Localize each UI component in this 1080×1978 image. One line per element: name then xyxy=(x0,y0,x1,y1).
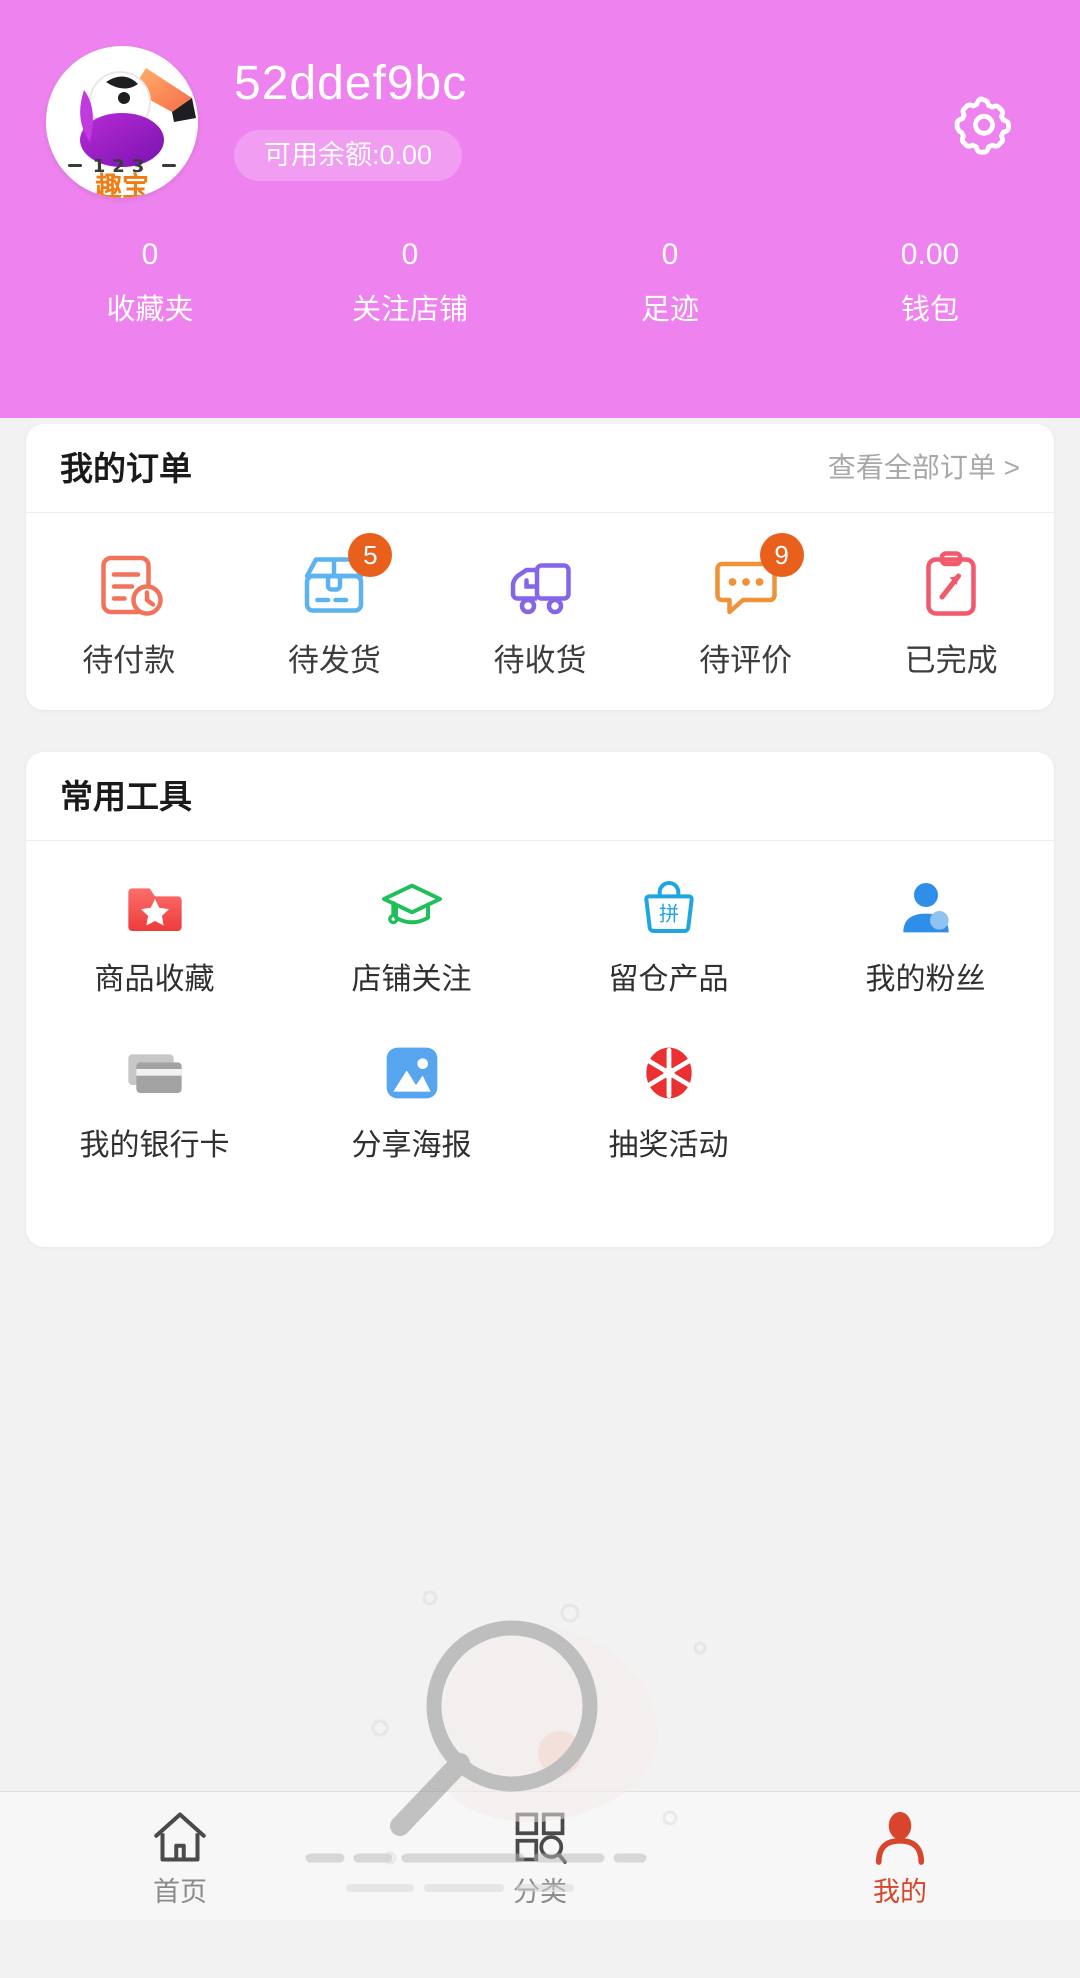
order-status-row: 待付款 5 待发货 待收货 9 待评价 已完成 xyxy=(26,513,1054,710)
tool-my-fans[interactable]: 我的粉丝 xyxy=(797,875,1054,995)
order-status-to-receive[interactable]: 待收货 xyxy=(437,549,643,676)
stat-favorites[interactable]: 0 收藏夹 xyxy=(20,240,280,325)
tool-product-favorites[interactable]: 商品收藏 xyxy=(26,875,283,995)
username: 52ddef9bc xyxy=(234,57,468,110)
folder-star-icon xyxy=(123,875,187,939)
stat-value: 0 xyxy=(141,238,159,271)
orders-card: 我的订单 查看全部订单 > 待付款 5 待发货 待收货 9 待评价 已完成 xyxy=(26,424,1054,710)
bank-cards-icon xyxy=(123,1041,187,1105)
svg-text:拼: 拼 xyxy=(659,901,679,925)
shopping-bag-pin-icon: 拼 xyxy=(637,875,701,939)
svg-text:趣宝: 趣宝 xyxy=(94,171,149,198)
package-box-icon: 5 xyxy=(298,533,393,621)
tools-title: 常用工具 xyxy=(60,777,192,815)
tool-my-bank-cards[interactable]: 我的银行卡 xyxy=(26,1041,283,1161)
stat-label: 收藏夹 xyxy=(106,294,194,326)
orders-card-header: 我的订单 查看全部订单 > xyxy=(26,424,1054,513)
stat-label: 足迹 xyxy=(640,294,699,326)
lottery-wheel-icon xyxy=(637,1041,701,1105)
order-status-label: 已完成 xyxy=(904,643,998,678)
order-status-label: 待收货 xyxy=(493,643,587,678)
stat-label: 钱包 xyxy=(900,294,959,326)
stat-footprints[interactable]: 0 足迹 xyxy=(540,240,800,325)
mine-page: 123 趣宝 52ddef9bc 可用余额:0.00 0 收藏夹 0 关注店铺 … xyxy=(0,0,1080,1920)
tool-label: 店铺关注 xyxy=(351,963,472,996)
view-all-orders-link[interactable]: 查看全部订单 > xyxy=(828,454,1020,482)
graduation-cap-icon xyxy=(380,875,444,939)
tool-share-poster[interactable]: 分享海报 xyxy=(283,1041,540,1161)
clipboard-check-icon xyxy=(915,549,987,621)
balance-badge: 可用余额:0.00 xyxy=(234,130,463,181)
tool-label: 留仓产品 xyxy=(608,963,729,996)
image-picture-icon xyxy=(380,1041,444,1105)
order-status-label: 待付款 xyxy=(82,643,176,678)
order-status-label: 待发货 xyxy=(287,643,381,678)
tool-label: 分享海报 xyxy=(351,1129,472,1162)
empty-state xyxy=(0,1538,1080,1978)
order-status-completed[interactable]: 已完成 xyxy=(848,549,1054,676)
order-status-to-review[interactable]: 9 待评价 xyxy=(643,533,849,678)
order-badge: 9 xyxy=(759,533,804,577)
order-status-to-ship[interactable]: 5 待发货 xyxy=(232,533,438,678)
identity-block: 52ddef9bc 可用余额:0.00 xyxy=(234,46,467,181)
profile-row: 123 趣宝 52ddef9bc 可用余额:0.00 xyxy=(0,0,1080,198)
stat-followed-shops[interactable]: 0 关注店铺 xyxy=(280,240,540,325)
order-badge: 5 xyxy=(348,533,393,577)
tool-label: 我的银行卡 xyxy=(79,1129,230,1162)
comment-dots-icon: 9 xyxy=(710,533,804,621)
stat-value: 0 xyxy=(401,238,419,271)
stat-label: 关注店铺 xyxy=(351,294,468,326)
stat-wallet[interactable]: 0.00 钱包 xyxy=(800,240,1060,325)
gear-icon[interactable] xyxy=(950,88,1018,156)
tool-shop-follow[interactable]: 店铺关注 xyxy=(283,875,540,995)
tools-card: 常用工具 商品收藏 店铺关注 拼 留仓产品 我的粉丝 我的银行卡 分享海报 抽奖… xyxy=(26,752,1054,1247)
avatar[interactable]: 123 趣宝 xyxy=(46,46,198,198)
page-title: 我的订单 xyxy=(60,449,192,487)
tool-warehouse-products[interactable]: 拼 留仓产品 xyxy=(540,875,797,995)
tool-lottery-activity[interactable]: 抽奖活动 xyxy=(540,1041,797,1161)
page-body: 我的订单 查看全部订单 > 待付款 5 待发货 待收货 9 待评价 已完成 常用… xyxy=(0,418,1080,1892)
order-status-label: 待评价 xyxy=(699,643,793,678)
tool-label: 抽奖活动 xyxy=(608,1129,729,1162)
order-status-unpaid[interactable]: 待付款 xyxy=(26,549,232,676)
stat-value: 0 xyxy=(661,238,679,271)
magnifier-empty-illustration xyxy=(270,1558,810,1958)
tools-grid: 商品收藏 店铺关注 拼 留仓产品 我的粉丝 我的银行卡 分享海报 抽奖活动 xyxy=(26,841,1054,1247)
profile-header: 123 趣宝 52ddef9bc 可用余额:0.00 0 收藏夹 0 关注店铺 … xyxy=(0,0,1080,418)
tool-label: 我的粉丝 xyxy=(865,963,986,996)
user-person-icon xyxy=(894,875,958,939)
stat-value: 0.00 xyxy=(900,238,960,271)
delivery-truck-icon xyxy=(504,549,576,621)
tools-card-header: 常用工具 xyxy=(26,752,1054,841)
stats-row: 0 收藏夹 0 关注店铺 0 足迹 0.00 钱包 xyxy=(0,240,1080,325)
tool-label: 商品收藏 xyxy=(94,963,215,996)
invoice-clock-icon xyxy=(93,549,165,621)
